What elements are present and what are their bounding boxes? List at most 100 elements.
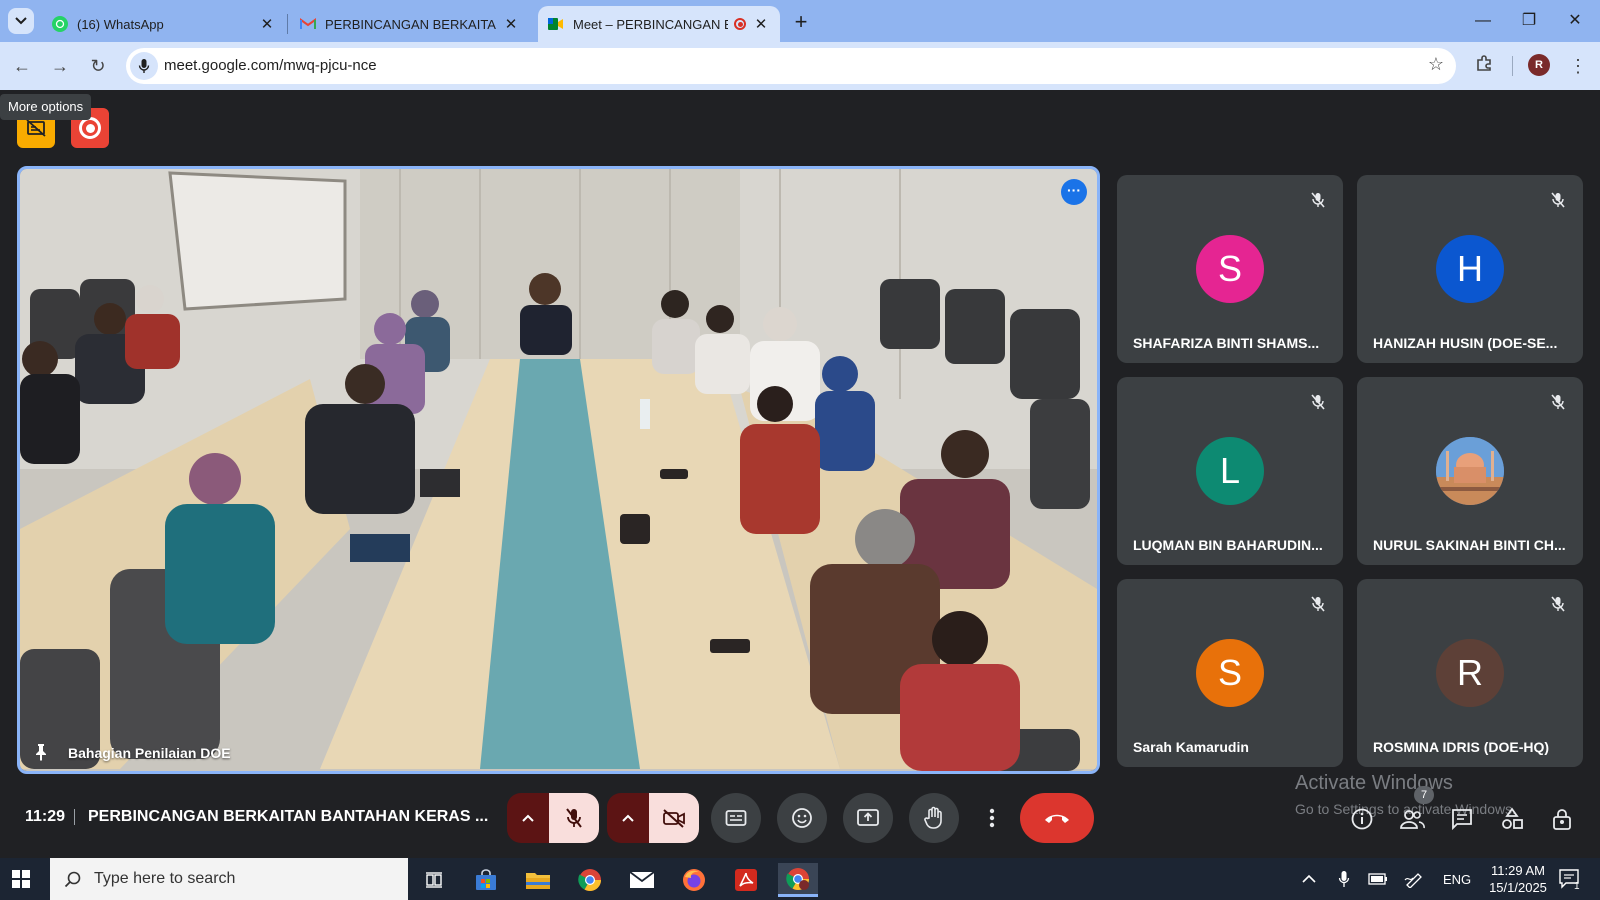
microphone-control-group: [507, 793, 599, 843]
pen-icon: [1404, 873, 1422, 888]
forward-button[interactable]: →: [46, 52, 74, 80]
toggle-camera-button[interactable]: [649, 793, 699, 843]
action-center-button[interactable]: 1: [1558, 858, 1588, 900]
avatar: L: [1196, 437, 1264, 505]
url-text: meet.google.com/mwq-pjcu-nce: [164, 57, 377, 74]
browser-toolbar: ← → ↻ meet.google.com/mwq-pjcu-nce ☆ R ⋮: [0, 42, 1600, 90]
close-icon[interactable]: ✕: [502, 15, 520, 33]
record-icon: [79, 117, 101, 139]
meeting-details-button[interactable]: [1347, 804, 1377, 834]
tray-microphone-button[interactable]: [1338, 858, 1350, 900]
recording-indicator-icon: [734, 18, 746, 30]
muted-microphone-icon: [1545, 591, 1571, 617]
browser-tab-strip: (16) WhatsApp ✕ PERBINCANGAN BERKAITAN B…: [0, 0, 1600, 42]
battery-button[interactable]: [1368, 858, 1388, 900]
leave-call-button[interactable]: [1020, 793, 1094, 843]
profile-avatar[interactable]: R: [1528, 54, 1550, 76]
windows-start-button[interactable]: [12, 870, 30, 888]
taskbar-clock[interactable]: 11:29 AM 15/1/2025: [1478, 862, 1558, 896]
participant-tile[interactable]: NURUL SAKINAH BINTI CH...: [1357, 377, 1583, 565]
extensions-puzzle-icon[interactable]: [1470, 52, 1498, 80]
main-video-tile[interactable]: ··· Bahagian Penilaian DOE: [17, 166, 1100, 774]
search-icon: [64, 871, 81, 888]
chrome-menu-icon[interactable]: ⋮: [1564, 52, 1592, 80]
people-button[interactable]: [1397, 804, 1427, 834]
task-view-icon: [426, 872, 442, 888]
video-options-button[interactable]: ···: [1061, 179, 1087, 205]
mail-button[interactable]: [622, 863, 662, 897]
acrobat-reader-button[interactable]: [726, 863, 766, 897]
microphone-icon[interactable]: [130, 52, 158, 80]
activities-button[interactable]: [1497, 804, 1527, 834]
back-button[interactable]: ←: [8, 52, 36, 80]
raise-hand-button[interactable]: [909, 793, 959, 843]
muted-microphone-icon: [1305, 591, 1331, 617]
mail-envelope-icon: [629, 871, 655, 888]
chevron-up-icon: [522, 814, 534, 822]
firefox-icon: [683, 869, 705, 891]
taskbar-search-box[interactable]: Type here to search: [50, 858, 408, 900]
taskbar-search-placeholder: Type here to search: [94, 870, 236, 887]
close-icon[interactable]: ✕: [752, 15, 770, 33]
participant-tile[interactable]: S Sarah Kamarudin: [1117, 579, 1343, 767]
reactions-button[interactable]: [777, 793, 827, 843]
avatar: S: [1196, 639, 1264, 707]
tab-google-meet[interactable]: Meet – PERBINCANGAN BERKAITAN BANTAHAN K…: [538, 6, 780, 42]
host-controls-button[interactable]: [1547, 804, 1577, 834]
gmail-icon: [300, 16, 316, 32]
tab-gmail[interactable]: PERBINCANGAN BERKAITAN BANTAHAN KERAS ✕: [290, 6, 530, 42]
reload-button[interactable]: ↻: [84, 52, 112, 80]
camera-control-group: [607, 793, 699, 843]
bar-divider: [74, 809, 75, 825]
microsoft-store-button[interactable]: [466, 863, 506, 897]
taskbar-time: 11:29 AM: [1491, 863, 1545, 878]
video-settings-button[interactable]: [607, 793, 649, 843]
chrome-taskbar-button[interactable]: [570, 863, 610, 897]
toggle-microphone-button[interactable]: [549, 793, 599, 843]
present-screen-button[interactable]: [843, 793, 893, 843]
activate-windows-title: Activate Windows: [1295, 772, 1453, 794]
window-close-button[interactable]: ✕: [1552, 6, 1598, 36]
raise-hand-icon: [924, 806, 942, 829]
avatar: H: [1436, 235, 1504, 303]
audio-settings-button[interactable]: [507, 793, 549, 843]
battery-icon: [1368, 873, 1387, 885]
new-tab-button[interactable]: +: [788, 9, 814, 35]
tab-search-button[interactable]: [8, 8, 34, 34]
emoji-smile-icon: [792, 808, 812, 828]
participant-tile[interactable]: S SHAFARIZA BINTI SHAMS...: [1117, 175, 1343, 363]
more-options-button[interactable]: [974, 793, 1010, 843]
chat-button[interactable]: [1447, 804, 1477, 834]
input-language-button[interactable]: ENG: [1443, 858, 1471, 900]
pinned-participant-name: Bahagian Penilaian DOE: [68, 745, 231, 761]
firefox-button[interactable]: [674, 863, 714, 897]
minimize-button[interactable]: —: [1460, 6, 1506, 36]
info-icon: [1351, 808, 1373, 830]
pen-workspace-button[interactable]: [1404, 858, 1426, 900]
address-bar[interactable]: meet.google.com/mwq-pjcu-nce ☆: [126, 48, 1456, 84]
participant-tile[interactable]: R ROSMINA IDRIS (DOE-HQ): [1357, 579, 1583, 767]
participant-name: ROSMINA IDRIS (DOE-HQ): [1373, 739, 1550, 755]
mosque-photo-avatar: [1436, 437, 1504, 505]
chevron-down-icon: [15, 17, 27, 25]
closed-captions-off-icon: [26, 119, 46, 137]
task-view-button[interactable]: [414, 863, 454, 897]
restore-button[interactable]: ❐: [1506, 6, 1552, 36]
captions-button[interactable]: [711, 793, 761, 843]
toolbar-divider: [1512, 56, 1513, 76]
participant-count-badge: 7: [1414, 786, 1434, 804]
chrome-profile-taskbar-button[interactable]: [778, 863, 818, 897]
participant-name: Sarah Kamarudin: [1133, 739, 1249, 755]
windows-taskbar: Type here to search ENG 11:29 AM 15/1/20…: [0, 858, 1600, 900]
tab-whatsapp[interactable]: (16) WhatsApp ✕: [42, 6, 286, 42]
present-screen-icon: [857, 809, 879, 826]
participant-tile[interactable]: L LUQMAN BIN BAHARUDIN...: [1117, 377, 1343, 565]
bookmark-star-icon[interactable]: ☆: [1428, 54, 1444, 75]
file-explorer-button[interactable]: [518, 863, 558, 897]
close-icon[interactable]: ✕: [258, 15, 276, 33]
avatar: R: [1436, 639, 1504, 707]
participant-tile[interactable]: H HANIZAH HUSIN (DOE-SE...: [1357, 175, 1583, 363]
hang-up-phone-icon: [1045, 814, 1069, 823]
show-hidden-icons-button[interactable]: [1302, 858, 1316, 900]
muted-microphone-icon: [1545, 187, 1571, 213]
